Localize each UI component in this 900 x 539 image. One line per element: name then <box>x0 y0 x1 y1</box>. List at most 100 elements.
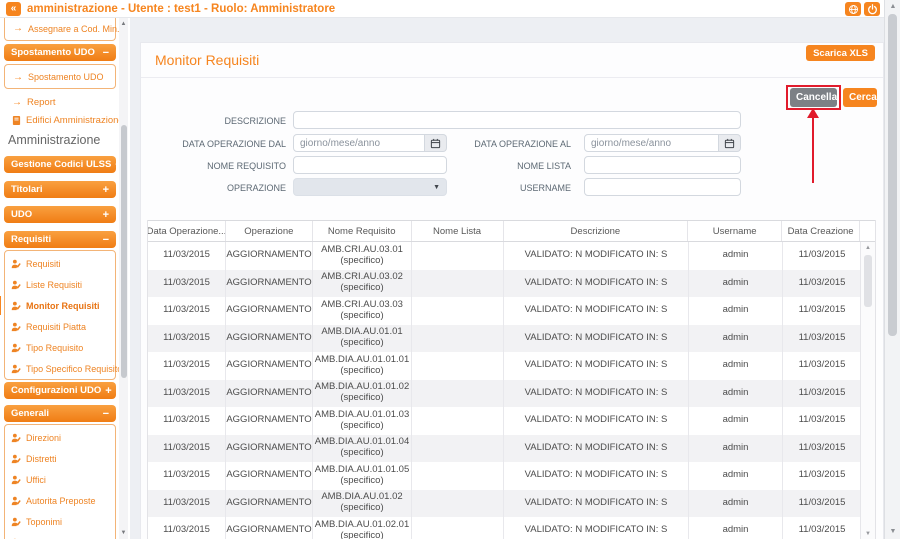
requisiti-group: Requisiti Liste Requisiti Monitor Requisit… <box>0 250 122 380</box>
sidebar-item-edifici-amministrazione[interactable]: Edifici Amministrazione <box>4 112 124 129</box>
page-scrollbar[interactable]: ▲ ▼ <box>884 0 900 539</box>
table-row[interactable]: 11/03/2015 AGGIORNAMENTO AMB.DIA.AU.01.02.… <box>148 517 875 539</box>
table-cell: admin <box>689 352 783 380</box>
collapse-minus-icon: − <box>102 46 109 59</box>
nome-requisito-input[interactable] <box>293 156 447 174</box>
expand-plus-icon: + <box>102 208 109 221</box>
calendar-icon <box>724 138 735 148</box>
table-cell: AGGIORNAMENTO <box>226 297 313 325</box>
language-button[interactable] <box>845 2 861 16</box>
table-row[interactable]: 11/03/2015 AGGIORNAMENTO AMB.CRI.AU.03.02(… <box>148 269 875 297</box>
column-header[interactable]: Username <box>688 221 783 241</box>
table-cell: 11/03/2015 <box>148 242 226 270</box>
sidebar-section-generali[interactable]: Generali − <box>4 405 116 422</box>
sidebar-section-spostamento-udo[interactable]: Spostamento UDO − <box>4 44 116 61</box>
sidebar-scrollbar[interactable]: ▲ ▼ <box>119 18 128 539</box>
table-scrollbar-thumb[interactable] <box>863 255 872 307</box>
user-edit-icon <box>11 322 21 331</box>
user-edit-icon <box>11 496 21 505</box>
table-cell: admin <box>689 297 783 325</box>
sidebar-section-udo[interactable]: UDO + <box>4 206 116 223</box>
section-label: Requisiti <box>11 234 52 245</box>
column-header[interactable]: Nome Lista <box>412 221 504 241</box>
column-header[interactable]: Descrizione <box>504 221 689 241</box>
download-xls-button[interactable]: Scarica XLS <box>806 45 875 61</box>
sidebar-item-requisiti-piatta[interactable]: Requisiti Piatta <box>5 316 115 337</box>
sidebar-section-requisiti[interactable]: Requisiti − <box>4 231 116 248</box>
header-scrollbar-spacer <box>860 221 875 241</box>
sidebar-item-tipo-specifico-requisito[interactable]: Tipo Specifico Requisito <box>5 358 122 379</box>
clear-button[interactable]: Cancella <box>790 88 837 107</box>
building-book-icon <box>12 116 21 125</box>
sidebar-section-configurazioni-udo[interactable]: Configurazioni UDO + <box>4 382 116 399</box>
scroll-down-icon[interactable]: ▼ <box>861 531 875 537</box>
sidebar: → Assegnare a Cod. Min. Spostamento UDO … <box>0 18 130 539</box>
table-cell: VALIDATO: N MODIFICATO IN: S <box>504 489 689 517</box>
table-cell <box>412 407 504 435</box>
table-row[interactable]: 11/03/2015 AGGIORNAMENTO AMB.CRI.AU.03.03(… <box>148 297 875 325</box>
column-header[interactable]: Data Operazione... <box>148 221 226 241</box>
table-cell: AGGIORNAMENTO <box>226 517 313 539</box>
table-cell: AGGIORNAMENTO <box>226 434 313 462</box>
nome-lista-input[interactable] <box>584 156 741 174</box>
table-row[interactable]: 11/03/2015 AGGIORNAMENTO AMB.DIA.AU.01.01.… <box>148 434 875 462</box>
sidebar-item-tipo-requisito[interactable]: Tipo Requisito <box>5 337 115 358</box>
table-cell: AMB.DIA.AU.01.01 (specifico) <box>313 324 412 352</box>
scroll-up-icon[interactable]: ▲ <box>861 245 875 251</box>
table-cell: AMB.DIA.AU.01.01.04 (specifico) <box>313 434 412 462</box>
table-cell: 11/03/2015 <box>148 462 226 490</box>
page-scrollbar-thumb[interactable] <box>888 14 897 336</box>
table-row[interactable]: 11/03/2015 AGGIORNAMENTO AMB.DIA.AU.01.01.… <box>148 352 875 380</box>
logout-button[interactable] <box>864 2 880 16</box>
table-cell: 11/03/2015 <box>148 324 226 352</box>
table-cell: AMB.DIA.AU.01.01.05 (specifico) <box>313 462 412 490</box>
arrow-icon: → <box>12 97 22 108</box>
sidebar-item-toponimi[interactable]: Toponimi <box>5 511 115 532</box>
table-row[interactable]: 11/03/2015 AGGIORNAMENTO AMB.DIA.AU.01.02(… <box>148 489 875 517</box>
table-cell: AMB.CRI.AU.03.01 (specifico) <box>313 242 412 270</box>
sidebar-item-label: Assegnare a Cod. Min. <box>28 23 120 34</box>
sidebar-item-assegnare-a-cod-min[interactable]: → Assegnare a Cod. Min. <box>5 20 120 37</box>
column-header[interactable]: Data Creazione <box>782 221 861 241</box>
sidebar-section-gestione-codici-ulss[interactable]: Gestione Codici ULSS + <box>4 156 122 173</box>
table-cell: 11/03/2015 <box>148 489 226 517</box>
sidebar-item-liste-requisiti[interactable]: Liste Requisiti <box>5 274 115 295</box>
arrow-icon: → <box>13 71 23 83</box>
table-row[interactable]: 11/03/2015 AGGIORNAMENTO AMB.CRI.AU.03.01(… <box>148 242 875 270</box>
sidebar-item-report[interactable]: → Report <box>4 94 118 111</box>
column-header[interactable]: Nome Requisito <box>313 221 412 241</box>
sidebar-item-distretti[interactable]: Distretti <box>5 448 115 469</box>
data-operazione-dal-input[interactable] <box>293 134 425 152</box>
table-row[interactable]: 11/03/2015 AGGIORNAMENTO AMB.DIA.AU.01.01.… <box>148 462 875 490</box>
table-cell: VALIDATO: N MODIFICATO IN: S <box>504 434 689 462</box>
column-header[interactable]: Operazione <box>226 221 313 241</box>
sidebar-item-autorita-preposte[interactable]: Autorita Preposte <box>5 490 115 511</box>
sidebar-item-uffici[interactable]: Uffici <box>5 469 115 490</box>
section-label: Configurazioni UDO <box>11 385 102 396</box>
sidebar-section-titolari[interactable]: Titolari + <box>4 181 116 198</box>
table-row[interactable]: 11/03/2015 AGGIORNAMENTO AMB.DIA.AU.01.01(… <box>148 324 875 352</box>
table-cell: 11/03/2015 <box>148 379 226 407</box>
sidebar-item-tipo-atto[interactable]: Tipo Atto <box>5 532 115 539</box>
scroll-down-icon[interactable]: ▼ <box>119 530 128 536</box>
scroll-up-icon[interactable]: ▲ <box>885 2 900 12</box>
search-button[interactable]: Cerca <box>843 88 877 107</box>
collapse-minus-icon: − <box>102 407 109 420</box>
sidebar-item-requisiti[interactable]: Requisiti <box>5 253 115 274</box>
sidebar-item-spostamento-udo[interactable]: → Spostamento UDO <box>5 67 115 87</box>
scroll-up-icon[interactable]: ▲ <box>119 21 128 27</box>
sidebar-item-monitor-requisiti[interactable]: Monitor Requisiti <box>0 295 115 316</box>
sidebar-item-direzioni[interactable]: Direzioni <box>5 427 115 448</box>
sidebar-collapse-button[interactable]: « <box>6 2 21 16</box>
table-row[interactable]: 11/03/2015 AGGIORNAMENTO AMB.DIA.AU.01.01.… <box>148 379 875 407</box>
calendar-al-button[interactable] <box>719 134 741 152</box>
descrizione-input[interactable] <box>293 111 741 129</box>
username-input[interactable] <box>584 178 741 196</box>
table-row[interactable]: 11/03/2015 AGGIORNAMENTO AMB.DIA.AU.01.01.… <box>148 407 875 435</box>
scroll-down-icon[interactable]: ▼ <box>885 527 900 537</box>
sidebar-scrollbar-thumb[interactable] <box>120 125 127 378</box>
data-operazione-al-input[interactable] <box>584 134 719 152</box>
operazione-select[interactable]: ▼ <box>293 178 447 196</box>
table-scrollbar[interactable]: ▲ ▼ <box>860 242 875 539</box>
table-cell: AGGIORNAMENTO <box>226 352 313 380</box>
